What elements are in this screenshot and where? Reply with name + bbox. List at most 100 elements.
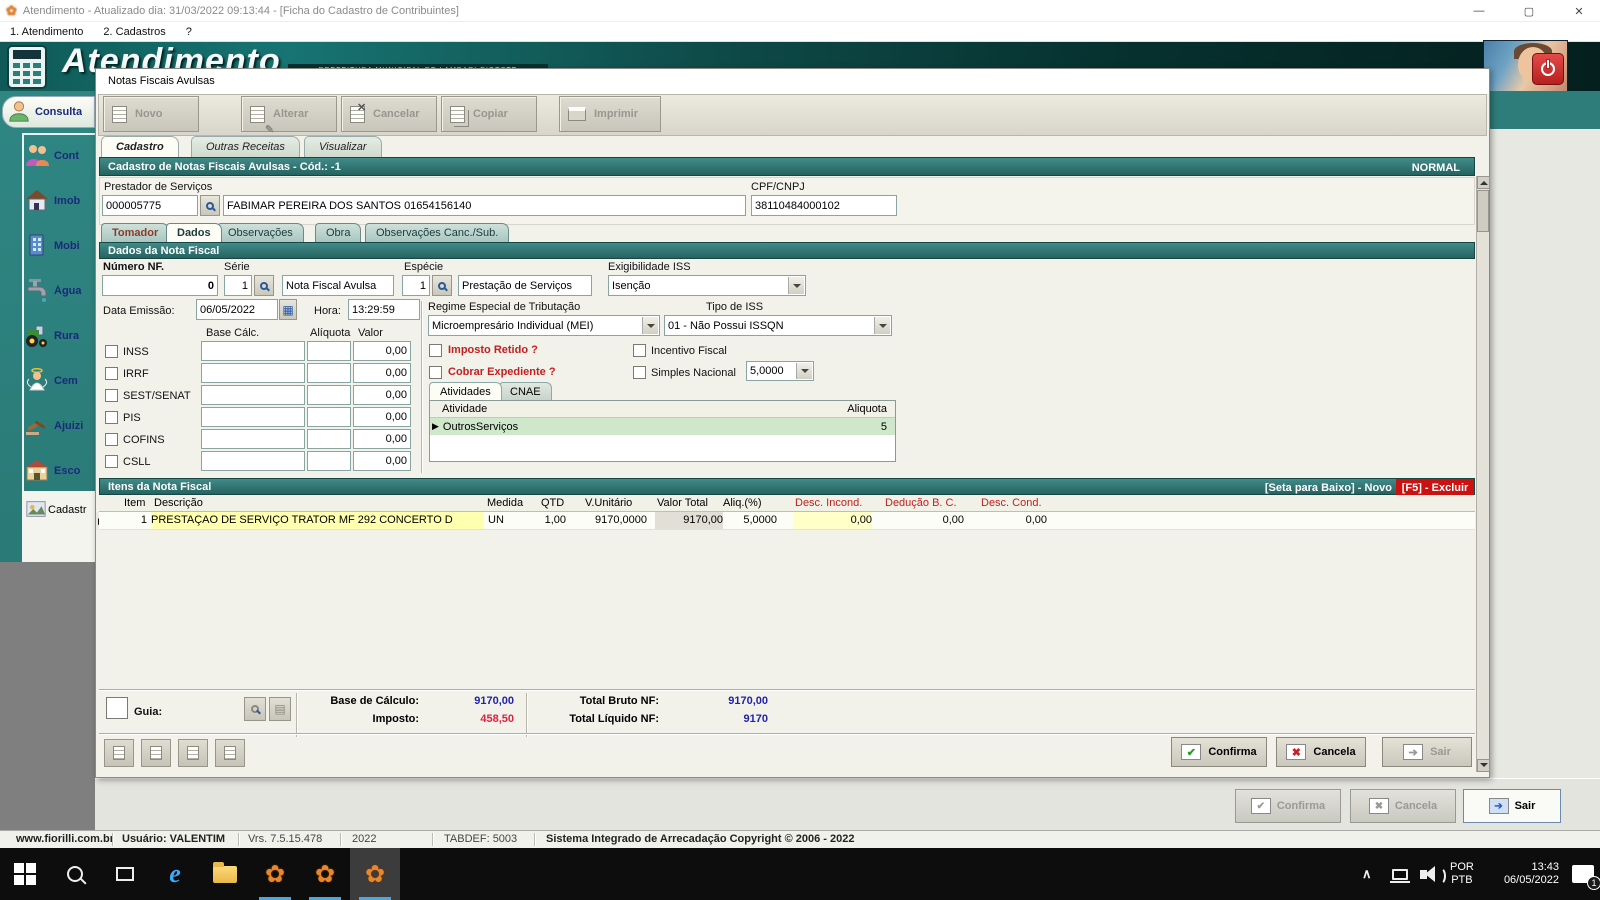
incentivo-fiscal-checkbox[interactable] bbox=[633, 344, 646, 357]
tab-atividades[interactable]: Atividades bbox=[429, 382, 502, 400]
novo-button[interactable]: Novo bbox=[103, 96, 199, 132]
csll-checkbox[interactable] bbox=[105, 455, 118, 468]
especie-search-button[interactable] bbox=[432, 275, 452, 296]
tab-obs-canc-sub[interactable]: Observações Canc./Sub. bbox=[365, 223, 510, 242]
tab-obra[interactable]: Obra bbox=[315, 223, 362, 242]
sair-button[interactable]: ➔ Sair bbox=[1382, 737, 1472, 767]
tray-chevron-button[interactable]: ∧ bbox=[1362, 848, 1372, 900]
prestador-code-input[interactable] bbox=[102, 195, 198, 216]
imprimir-button[interactable]: Imprimir bbox=[559, 96, 661, 132]
serie-input[interactable] bbox=[224, 275, 252, 296]
nav-first-button[interactable] bbox=[104, 739, 134, 767]
imposto-retido-checkbox[interactable] bbox=[429, 344, 442, 357]
csll-aliquota-input[interactable] bbox=[307, 451, 351, 471]
tab-tomador[interactable]: Tomador bbox=[101, 223, 170, 242]
exigibilidade-select[interactable]: Isenção bbox=[608, 275, 806, 296]
guia-checkbox[interactable] bbox=[106, 697, 128, 719]
menu-cadastros[interactable]: 2. Cadastros bbox=[93, 26, 175, 38]
cofins-base-input[interactable] bbox=[201, 429, 305, 449]
csll-valor-input[interactable] bbox=[353, 451, 411, 471]
data-emissao-input[interactable] bbox=[196, 299, 278, 320]
cancela-button[interactable]: ✖ Cancela bbox=[1276, 737, 1366, 767]
sidebar-item-rural[interactable]: Rura bbox=[24, 319, 95, 353]
menu-help[interactable]: ? bbox=[176, 26, 202, 38]
numero-input[interactable] bbox=[102, 275, 218, 296]
pis-valor-input[interactable] bbox=[353, 407, 411, 427]
cofins-valor-input[interactable] bbox=[353, 429, 411, 449]
clock[interactable]: 13:43 06/05/2022 bbox=[1487, 848, 1559, 900]
cofins-aliquota-input[interactable] bbox=[307, 429, 351, 449]
outer-cancela-button[interactable]: ✖ Cancela bbox=[1350, 789, 1456, 823]
outer-confirma-button[interactable]: ✔ Confirma bbox=[1235, 789, 1341, 823]
sest-valor-input[interactable] bbox=[353, 385, 411, 405]
sest-aliquota-input[interactable] bbox=[307, 385, 351, 405]
guia-print-button[interactable]: ▤ bbox=[269, 697, 291, 721]
irrf-base-input[interactable] bbox=[201, 363, 305, 383]
simples-valor-select[interactable]: 5,0000 bbox=[746, 361, 814, 381]
tab-visualizar[interactable]: Visualizar bbox=[304, 136, 382, 157]
cobrar-expediente-checkbox[interactable] bbox=[429, 366, 442, 379]
sidebar-item-escola[interactable]: Esco bbox=[24, 454, 95, 488]
serie-search-button[interactable] bbox=[254, 275, 274, 296]
task-view-button[interactable] bbox=[100, 848, 150, 900]
confirma-button[interactable]: ✔ Confirma bbox=[1171, 737, 1267, 767]
file-explorer-button[interactable] bbox=[200, 848, 250, 900]
sest-senat-checkbox[interactable] bbox=[105, 389, 118, 402]
vertical-scrollbar[interactable] bbox=[1476, 176, 1490, 772]
fiorilli-app-1-button[interactable]: ✿ bbox=[250, 848, 300, 900]
hora-input[interactable] bbox=[348, 299, 420, 320]
tab-outras-receitas[interactable]: Outras Receitas bbox=[191, 136, 300, 157]
inss-base-input[interactable] bbox=[201, 341, 305, 361]
csll-base-input[interactable] bbox=[201, 451, 305, 471]
tab-cadastro[interactable]: Cadastro bbox=[101, 136, 179, 157]
regime-select[interactable]: Microempresário Individual (MEI) bbox=[428, 315, 660, 336]
sidebar-item-mobiliario[interactable]: Mobi bbox=[24, 229, 95, 263]
notification-center-button[interactable]: 1 bbox=[1572, 848, 1600, 900]
sidebar-item-cemiterio[interactable]: Cem bbox=[24, 364, 95, 398]
sidebar-item-cadastro[interactable]: Cadastr bbox=[24, 496, 95, 524]
cancelar-button[interactable]: ✕ Cancelar bbox=[341, 96, 437, 132]
especie-desc-input[interactable] bbox=[458, 275, 592, 296]
minimize-button[interactable]: — bbox=[1456, 0, 1502, 22]
atividade-row[interactable]: ▶ OutrosServiços 5 bbox=[430, 418, 895, 435]
cpf-input[interactable] bbox=[751, 195, 897, 216]
prestador-search-button[interactable] bbox=[200, 195, 220, 216]
irrf-checkbox[interactable] bbox=[105, 367, 118, 380]
power-button[interactable] bbox=[1532, 53, 1564, 85]
scroll-up-arrow[interactable] bbox=[1477, 176, 1490, 189]
nav-next-button[interactable] bbox=[178, 739, 208, 767]
language-indicator[interactable]: POR PTB bbox=[1450, 848, 1474, 900]
simples-nacional-checkbox[interactable] bbox=[633, 366, 646, 379]
scroll-down-arrow[interactable] bbox=[1477, 759, 1490, 772]
fiorilli-app-2-button[interactable]: ✿ bbox=[300, 848, 350, 900]
inss-checkbox[interactable] bbox=[105, 345, 118, 358]
pis-base-input[interactable] bbox=[201, 407, 305, 427]
menu-atendimento[interactable]: 1. Atendimento bbox=[0, 26, 93, 38]
fiorilli-app-3-button[interactable]: ✿ bbox=[350, 848, 400, 900]
sidebar-item-imobiliario[interactable]: Imob bbox=[24, 184, 95, 218]
close-button[interactable]: ✕ bbox=[1556, 0, 1600, 22]
volume-tray-icon[interactable] bbox=[1420, 848, 1446, 900]
calendar-button[interactable]: ▦ bbox=[279, 299, 297, 320]
especie-input[interactable] bbox=[402, 275, 430, 296]
irrf-valor-input[interactable] bbox=[353, 363, 411, 383]
tab-observacoes[interactable]: Observações bbox=[217, 223, 304, 242]
sidebar-item-ajuizamento[interactable]: Ajuizi bbox=[24, 409, 95, 443]
outer-sair-button[interactable]: ➔ Sair bbox=[1463, 789, 1561, 823]
cofins-checkbox[interactable] bbox=[105, 433, 118, 446]
tab-dados[interactable]: Dados bbox=[166, 223, 222, 242]
taskbar-search-button[interactable] bbox=[50, 848, 100, 900]
tipo-iss-select[interactable]: 01 - Não Possui ISSQN bbox=[664, 315, 892, 336]
tab-cnae[interactable]: CNAE bbox=[499, 382, 552, 400]
maximize-button[interactable]: ▢ bbox=[1506, 0, 1552, 22]
pis-checkbox[interactable] bbox=[105, 411, 118, 424]
copiar-button[interactable]: Copiar bbox=[441, 96, 537, 132]
inss-valor-input[interactable] bbox=[353, 341, 411, 361]
guia-view-button[interactable] bbox=[244, 697, 266, 721]
nav-prev-button[interactable] bbox=[141, 739, 171, 767]
start-button[interactable] bbox=[0, 848, 50, 900]
network-tray-icon[interactable] bbox=[1390, 848, 1410, 900]
nav-last-button[interactable] bbox=[215, 739, 245, 767]
sidebar-item-consulta[interactable]: Consulta bbox=[2, 96, 95, 128]
internet-explorer-button[interactable]: e bbox=[150, 848, 200, 900]
